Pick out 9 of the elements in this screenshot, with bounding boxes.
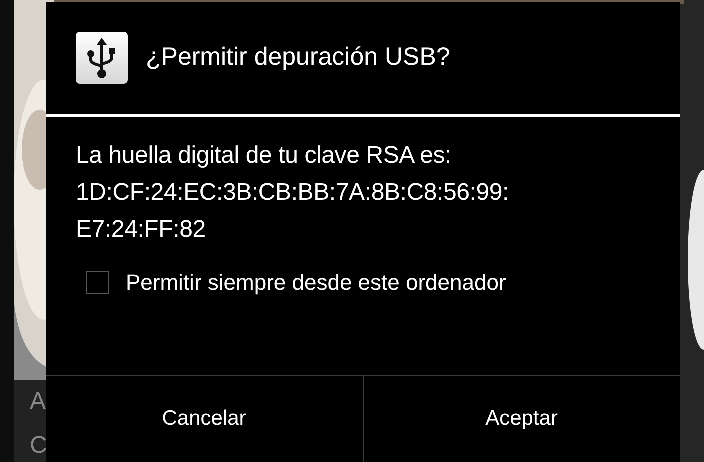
message-text: 1D:CF:24:EC:3B:CB:BB:7A:8B:C8:56:99: [76, 178, 510, 208]
message-text: E7:24:FF:82 [76, 214, 207, 245]
checkbox[interactable] [86, 271, 109, 294]
background-text: C [30, 432, 48, 460]
checkbox-label[interactable]: Permitir siempre desde este ordenador [126, 270, 506, 296]
message-text: La huella digital de tu clave RSA es: [76, 140, 453, 171]
usb-icon [76, 32, 128, 84]
background-text: A [30, 388, 46, 416]
dialog-title: ¿Permitir depuración USB? [146, 43, 450, 72]
